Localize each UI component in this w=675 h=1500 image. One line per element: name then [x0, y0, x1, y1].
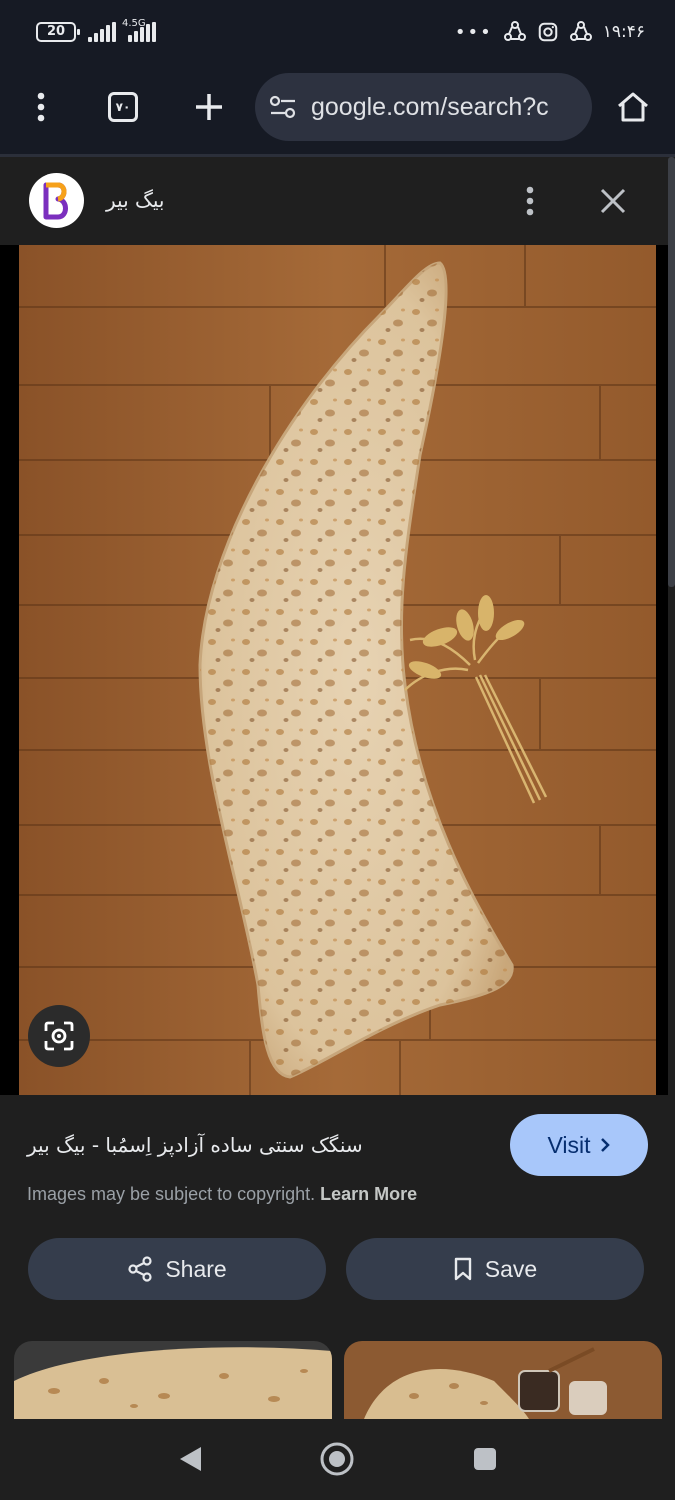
- related-image-1[interactable]: [14, 1341, 332, 1419]
- more-menu-button[interactable]: [16, 82, 66, 132]
- related-image-2[interactable]: [344, 1341, 662, 1419]
- share-icon: [128, 1256, 152, 1282]
- more-vert-icon: [37, 92, 45, 122]
- save-label: Save: [484, 1255, 538, 1282]
- signal-strength-icon-2: [128, 22, 156, 42]
- status-bar: 20 4.5G ••• ۱۹:۴۶: [0, 0, 675, 62]
- home-nav-button[interactable]: [315, 1437, 359, 1481]
- browser-toolbar: ۷۰ google.com/search?c: [0, 62, 675, 154]
- more-vert-icon: [526, 186, 534, 216]
- recents-square-icon: [474, 1448, 496, 1470]
- tab-switcher-button[interactable]: ۷۰: [98, 82, 148, 132]
- recents-button[interactable]: [463, 1437, 507, 1481]
- result-info-panel: سنگک سنتی ساده آزادپز اِسمُبا - بیگ بیر …: [0, 1095, 675, 1419]
- clock: ۱۹:۴۶: [602, 22, 645, 42]
- learn-more-link[interactable]: Learn More: [320, 1184, 417, 1204]
- address-bar[interactable]: google.com/search?c: [255, 73, 592, 141]
- app-notification-icon: [503, 21, 526, 41]
- url-text[interactable]: google.com/search?c: [311, 93, 549, 122]
- site-name[interactable]: بیگ بیر: [106, 188, 165, 212]
- share-button[interactable]: Share: [28, 1238, 326, 1300]
- home-button[interactable]: [608, 82, 658, 132]
- visit-button[interactable]: Visit: [510, 1114, 648, 1176]
- copyright-text: Images may be subject to copyright.: [27, 1184, 316, 1204]
- chevron-right-icon: [600, 1138, 610, 1152]
- related-bread-thumbnail: [14, 1341, 332, 1419]
- site-settings-button[interactable]: [255, 73, 311, 141]
- site-favicon[interactable]: [29, 173, 84, 228]
- lens-icon: [44, 1021, 74, 1051]
- scrollbar-thumb[interactable]: [668, 157, 675, 587]
- copyright-notice: Images may be subject to copyright. Lear…: [27, 1184, 417, 1205]
- big-bear-logo: [43, 182, 68, 219]
- status-right-group: ••• ۱۹:۴۶: [455, 18, 645, 46]
- battery-indicator: 20: [36, 22, 80, 42]
- save-button[interactable]: Save: [346, 1238, 644, 1300]
- close-icon: [600, 188, 626, 214]
- back-button[interactable]: [168, 1437, 212, 1481]
- share-label: Share: [165, 1255, 227, 1282]
- home-circle-icon: [320, 1442, 354, 1476]
- close-viewer-button[interactable]: [590, 177, 636, 225]
- back-triangle-icon: [180, 1447, 201, 1471]
- image-viewer-header: بیگ بیر: [0, 157, 668, 245]
- new-tab-plus-icon: [196, 94, 222, 120]
- signal-strength-icon: [88, 22, 116, 42]
- related-bread-jars-thumbnail: [344, 1341, 662, 1419]
- result-title[interactable]: سنگک سنتی ساده آزادپز اِسمُبا - بیگ بیر: [27, 1133, 487, 1157]
- notification-overflow-icon: •••: [454, 21, 493, 43]
- bookmark-icon: [454, 1257, 471, 1281]
- site-settings-icon: [269, 95, 296, 119]
- main-result-image[interactable]: [0, 245, 668, 1095]
- viewer-more-button[interactable]: [510, 177, 550, 225]
- visit-label: Visit: [547, 1131, 591, 1158]
- app-notification-icon-2: [569, 21, 592, 41]
- tab-count: ۷۰: [108, 92, 138, 122]
- google-lens-button[interactable]: [28, 1005, 90, 1067]
- system-navigation-bar: [0, 1419, 675, 1500]
- instagram-icon: [538, 22, 557, 42]
- bread-photo: [0, 245, 668, 1095]
- new-tab-button[interactable]: [184, 82, 234, 132]
- home-icon: [618, 92, 648, 122]
